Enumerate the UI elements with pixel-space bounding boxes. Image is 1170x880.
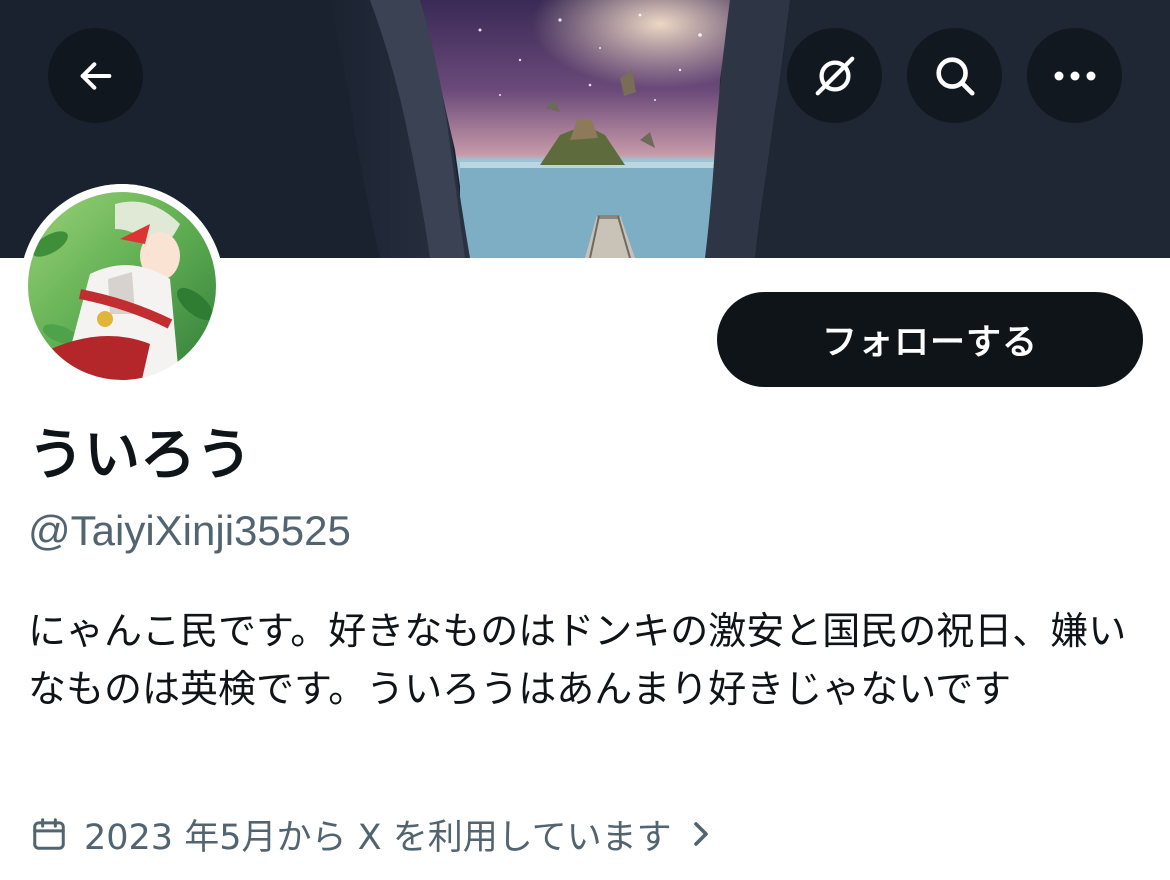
grok-button[interactable] [787, 28, 882, 123]
joined-date-text: 2023 年5月から X を利用しています [84, 817, 672, 858]
joined-date-link[interactable]: 2023 年5月から X を利用しています [30, 808, 712, 860]
calendar-icon [30, 815, 68, 853]
avatar[interactable] [20, 184, 224, 388]
grok-icon [812, 53, 858, 99]
profile-bio: にゃんこ民です。好きなものはドンキの激安と国民の祝日、嫌いなものは英検です。うい… [28, 609, 1127, 711]
profile-page: フォローする ういろう @TaiyiXinji35525 にゃんこ民です。好きな… [0, 0, 1170, 880]
more-button[interactable] [1027, 28, 1122, 123]
follow-button[interactable]: フォローする [717, 292, 1143, 387]
follow-button-label: フォローする [821, 323, 1038, 363]
arrow-left-icon [76, 56, 116, 96]
search-button[interactable] [907, 28, 1002, 123]
display-name: ういろう [28, 423, 252, 488]
search-icon [932, 53, 978, 99]
user-handle: @TaiyiXinji35525 [28, 507, 351, 554]
chevron-right-icon [690, 819, 712, 849]
back-button[interactable] [48, 28, 143, 123]
more-horizontal-icon [1053, 70, 1097, 82]
